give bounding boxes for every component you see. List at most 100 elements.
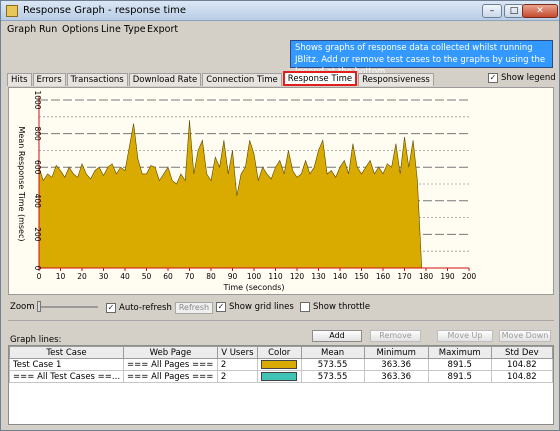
window-title: Response Graph - response time	[23, 5, 187, 16]
x-tick-label: 190	[440, 272, 455, 281]
x-tick-label: 50	[142, 272, 152, 281]
tab-transactions[interactable]: Transactions	[66, 73, 128, 86]
cell-std-dev: 104.82	[490, 358, 554, 371]
show-grid-control[interactable]: ✓ Show grid lines	[216, 302, 294, 312]
col-mean[interactable]: Mean	[300, 346, 365, 359]
cell-v-users: 2	[216, 370, 258, 383]
add-button[interactable]: Add	[312, 330, 362, 342]
table-row[interactable]: === All Test Cases ==... === All Pages ==…	[8, 370, 554, 383]
x-tick-label: 10	[56, 272, 66, 281]
minimize-button[interactable]: –	[482, 4, 502, 18]
col-color[interactable]: Color	[256, 346, 302, 359]
move-up-button[interactable]: Move Up	[437, 330, 493, 342]
info-box: Shows graphs of response data collected …	[290, 40, 553, 77]
zoom-control: Zoom	[10, 301, 98, 312]
x-tick-label: 110	[268, 272, 283, 281]
response-graph-window: Response Graph - response time – □ ✕ Gra…	[0, 0, 560, 431]
zoom-label: Zoom	[10, 302, 35, 312]
col-std-dev[interactable]: Std Dev	[490, 346, 554, 359]
graph-tabs: Hits Errors Transactions Download Rate C…	[7, 71, 435, 87]
x-axis-label: Time (seconds)	[222, 283, 284, 292]
x-tick-label: 60	[163, 272, 173, 281]
cell-test-case: === All Test Cases ==...	[8, 370, 125, 383]
y-tick-label: 200	[33, 227, 42, 242]
x-tick-label: 80	[206, 272, 216, 281]
x-tick-label: 140	[333, 272, 348, 281]
table-header-row: Test Case Web Page V Users Color Mean Mi…	[8, 346, 554, 359]
show-throttle-label: Show throttle	[313, 302, 371, 312]
table-row[interactable]: Test Case 1 === All Pages === 2 573.55 363.3…	[8, 358, 554, 371]
menu-graph[interactable]: Graph	[7, 24, 36, 35]
response-time-area	[38, 120, 423, 269]
col-minimum[interactable]: Minimum	[363, 346, 429, 359]
title-bar[interactable]: Response Graph - response time – □ ✕	[1, 1, 559, 21]
divider	[8, 320, 554, 321]
cell-web-page: === All Pages ===	[123, 358, 218, 371]
x-tick-label: 130	[311, 272, 326, 281]
cell-mean: 573.55	[300, 358, 365, 371]
x-tick-label: 20	[77, 272, 87, 281]
x-tick-label: 150	[354, 272, 369, 281]
cell-minimum: 363.36	[363, 358, 429, 371]
response-time-chart: 0 10 20 30 40 50 60 70 80 90 100 110 120 130 140 150 160…	[8, 87, 554, 295]
x-tick-label: 70	[185, 272, 195, 281]
menu-bar: Graph Run Options Line Type Export	[1, 21, 559, 37]
cell-v-users: 2	[216, 358, 258, 371]
close-button[interactable]: ✕	[522, 4, 558, 18]
graph-lines-table: Test Case Web Page V Users Color Mean Mi…	[8, 345, 554, 425]
move-down-button[interactable]: Move Down	[499, 330, 551, 342]
y-tick-label: 400	[33, 194, 42, 209]
menu-options[interactable]: Options	[62, 24, 99, 35]
show-throttle-checkbox[interactable]	[300, 302, 310, 312]
zoom-slider[interactable]	[36, 301, 98, 312]
cell-web-page: === All Pages ===	[123, 370, 218, 383]
graph-lines-label: Graph lines:	[10, 335, 62, 345]
cell-mean: 573.55	[300, 370, 365, 383]
y-axis-label: Mean Response Time (msec)	[17, 127, 26, 242]
tab-download-rate[interactable]: Download Rate	[128, 73, 202, 86]
col-v-users[interactable]: V Users	[216, 346, 258, 359]
menu-export[interactable]: Export	[147, 24, 178, 35]
show-legend-checkbox[interactable]: ✓	[488, 73, 498, 83]
graph-app-icon	[6, 5, 18, 17]
auto-refresh-label: Auto-refresh	[119, 303, 172, 313]
cell-color	[256, 358, 302, 371]
cell-color	[256, 370, 302, 383]
menu-run[interactable]: Run	[39, 24, 57, 35]
remove-button[interactable]: Remove	[370, 330, 421, 342]
col-test-case[interactable]: Test Case	[8, 346, 125, 359]
refresh-button[interactable]: Refresh	[174, 302, 214, 314]
graph-controls: Zoom ✓ Auto-refresh Refresh ✓ Show grid …	[8, 301, 554, 317]
tab-response-time[interactable]: Response Time	[282, 71, 358, 86]
x-tick-label: 30	[99, 272, 109, 281]
col-maximum[interactable]: Maximum	[427, 346, 492, 359]
x-tick-label: 200	[462, 272, 477, 281]
col-web-page[interactable]: Web Page	[123, 346, 218, 359]
chart-svg: 0 10 20 30 40 50 60 70 80 90 100 110 120 130 140 150 160…	[17, 90, 477, 292]
menu-line-type[interactable]: Line Type	[101, 24, 146, 35]
color-swatch[interactable]	[261, 360, 298, 369]
tab-connection-time[interactable]: Connection Time	[202, 73, 282, 86]
y-tick-label: 1000	[33, 90, 42, 109]
cell-test-case: Test Case 1	[8, 358, 125, 371]
y-tick-label: 600	[33, 160, 42, 175]
color-swatch[interactable]	[261, 372, 298, 381]
x-tick-label: 90	[228, 272, 238, 281]
tab-responsiveness[interactable]: Responsiveness	[358, 73, 434, 86]
x-tick-label: 170	[397, 272, 412, 281]
tab-errors[interactable]: Errors	[32, 73, 66, 86]
show-legend-toggle[interactable]: ✓ Show legend	[488, 73, 556, 83]
show-grid-label: Show grid lines	[229, 302, 294, 312]
x-tick-label: 0	[37, 272, 42, 281]
maximize-button[interactable]: □	[504, 4, 524, 18]
auto-refresh-checkbox[interactable]: ✓	[106, 303, 116, 313]
x-tick-label: 180	[419, 272, 434, 281]
tab-hits[interactable]: Hits	[7, 73, 32, 86]
auto-refresh-control[interactable]: ✓ Auto-refresh Refresh	[106, 302, 214, 314]
zoom-slider-thumb[interactable]	[36, 301, 41, 312]
show-throttle-control[interactable]: Show throttle	[300, 302, 370, 312]
y-tick-label: 0	[33, 266, 42, 271]
x-tick-label: 160	[376, 272, 391, 281]
show-grid-checkbox[interactable]: ✓	[216, 302, 226, 312]
x-tick-label: 120	[290, 272, 305, 281]
